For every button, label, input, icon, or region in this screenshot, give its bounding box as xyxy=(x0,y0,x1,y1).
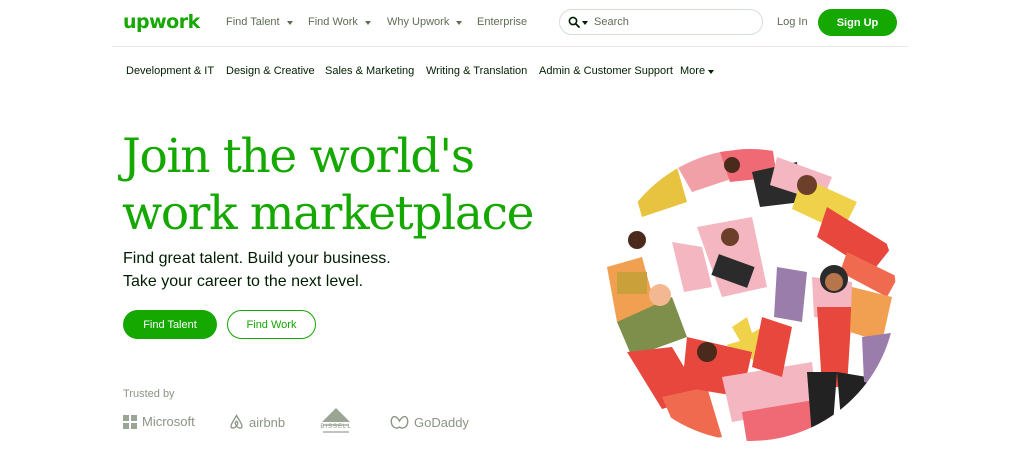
find-work-button[interactable]: Find Work xyxy=(227,310,316,339)
hero-subtitle: Find great talent. Build your business. … xyxy=(123,247,391,293)
trusted-brands: Microsoft airbnb BISSELL GoDaddy xyxy=(0,407,520,436)
hero-subtitle-line: Take your career to the next level. xyxy=(123,273,364,290)
category-design-creative[interactable]: Design & Creative xyxy=(226,65,315,77)
godaddy-logo: GoDaddy xyxy=(390,414,469,430)
chevron-down-icon xyxy=(286,20,293,25)
hero-title-line: work marketplace xyxy=(122,186,534,241)
search-icon[interactable] xyxy=(568,16,580,28)
chevron-down-icon xyxy=(364,20,371,25)
nav-find-talent[interactable]: Find Talent xyxy=(226,16,293,28)
trusted-by-label: Trusted by xyxy=(123,388,175,400)
login-link[interactable]: Log In xyxy=(777,16,808,28)
chevron-down-icon xyxy=(708,69,715,74)
nav-enterprise[interactable]: Enterprise xyxy=(477,16,527,28)
brand-name: airbnb xyxy=(249,414,286,430)
godaddy-icon xyxy=(390,415,409,429)
airbnb-logo: airbnb xyxy=(229,414,285,430)
nav-why-upwork[interactable]: Why Upwork xyxy=(387,16,463,28)
category-more[interactable]: More xyxy=(680,65,715,77)
search-type-chevron-icon[interactable] xyxy=(582,20,588,25)
category-sales-marketing[interactable]: Sales & Marketing xyxy=(325,65,414,77)
bissell-mark-icon xyxy=(322,408,350,433)
brand-name: GoDaddy xyxy=(414,414,469,430)
hero-title: Join the world's work marketplace xyxy=(122,128,534,242)
microsoft-grid-icon xyxy=(123,414,137,429)
hero-illustration xyxy=(604,149,896,441)
airbnb-icon xyxy=(230,414,243,429)
hero-title-line: Join the world's xyxy=(122,129,475,184)
more-label: More xyxy=(680,65,706,77)
nav-label: Why Upwork xyxy=(387,16,450,28)
search-input[interactable]: Search xyxy=(559,9,763,35)
search-placeholder: Search xyxy=(594,16,629,28)
brand-name: BISSELL xyxy=(320,424,352,430)
microsoft-logo: Microsoft xyxy=(123,414,195,429)
brand-name: Microsoft xyxy=(142,414,195,429)
hero-subtitle-line: Find great talent. Build your business. xyxy=(123,250,391,267)
nav-label: Find Talent xyxy=(226,16,280,28)
category-writing-translation[interactable]: Writing & Translation xyxy=(426,65,527,77)
top-navigation: upwork Find Talent Find Work Why Upwork … xyxy=(0,0,1024,46)
find-talent-button[interactable]: Find Talent xyxy=(123,310,217,339)
category-development-it[interactable]: Development & IT xyxy=(126,65,214,77)
signup-button[interactable]: Sign Up xyxy=(818,9,897,36)
nav-label: Find Work xyxy=(308,16,358,28)
nav-label: Enterprise xyxy=(477,16,528,28)
header-divider xyxy=(112,46,908,47)
chevron-down-icon xyxy=(456,20,463,25)
bissell-logo: BISSELL xyxy=(319,407,353,435)
nav-find-work[interactable]: Find Work xyxy=(308,16,371,28)
category-admin-support[interactable]: Admin & Customer Support xyxy=(539,65,673,77)
upwork-logo[interactable]: upwork xyxy=(123,11,200,33)
